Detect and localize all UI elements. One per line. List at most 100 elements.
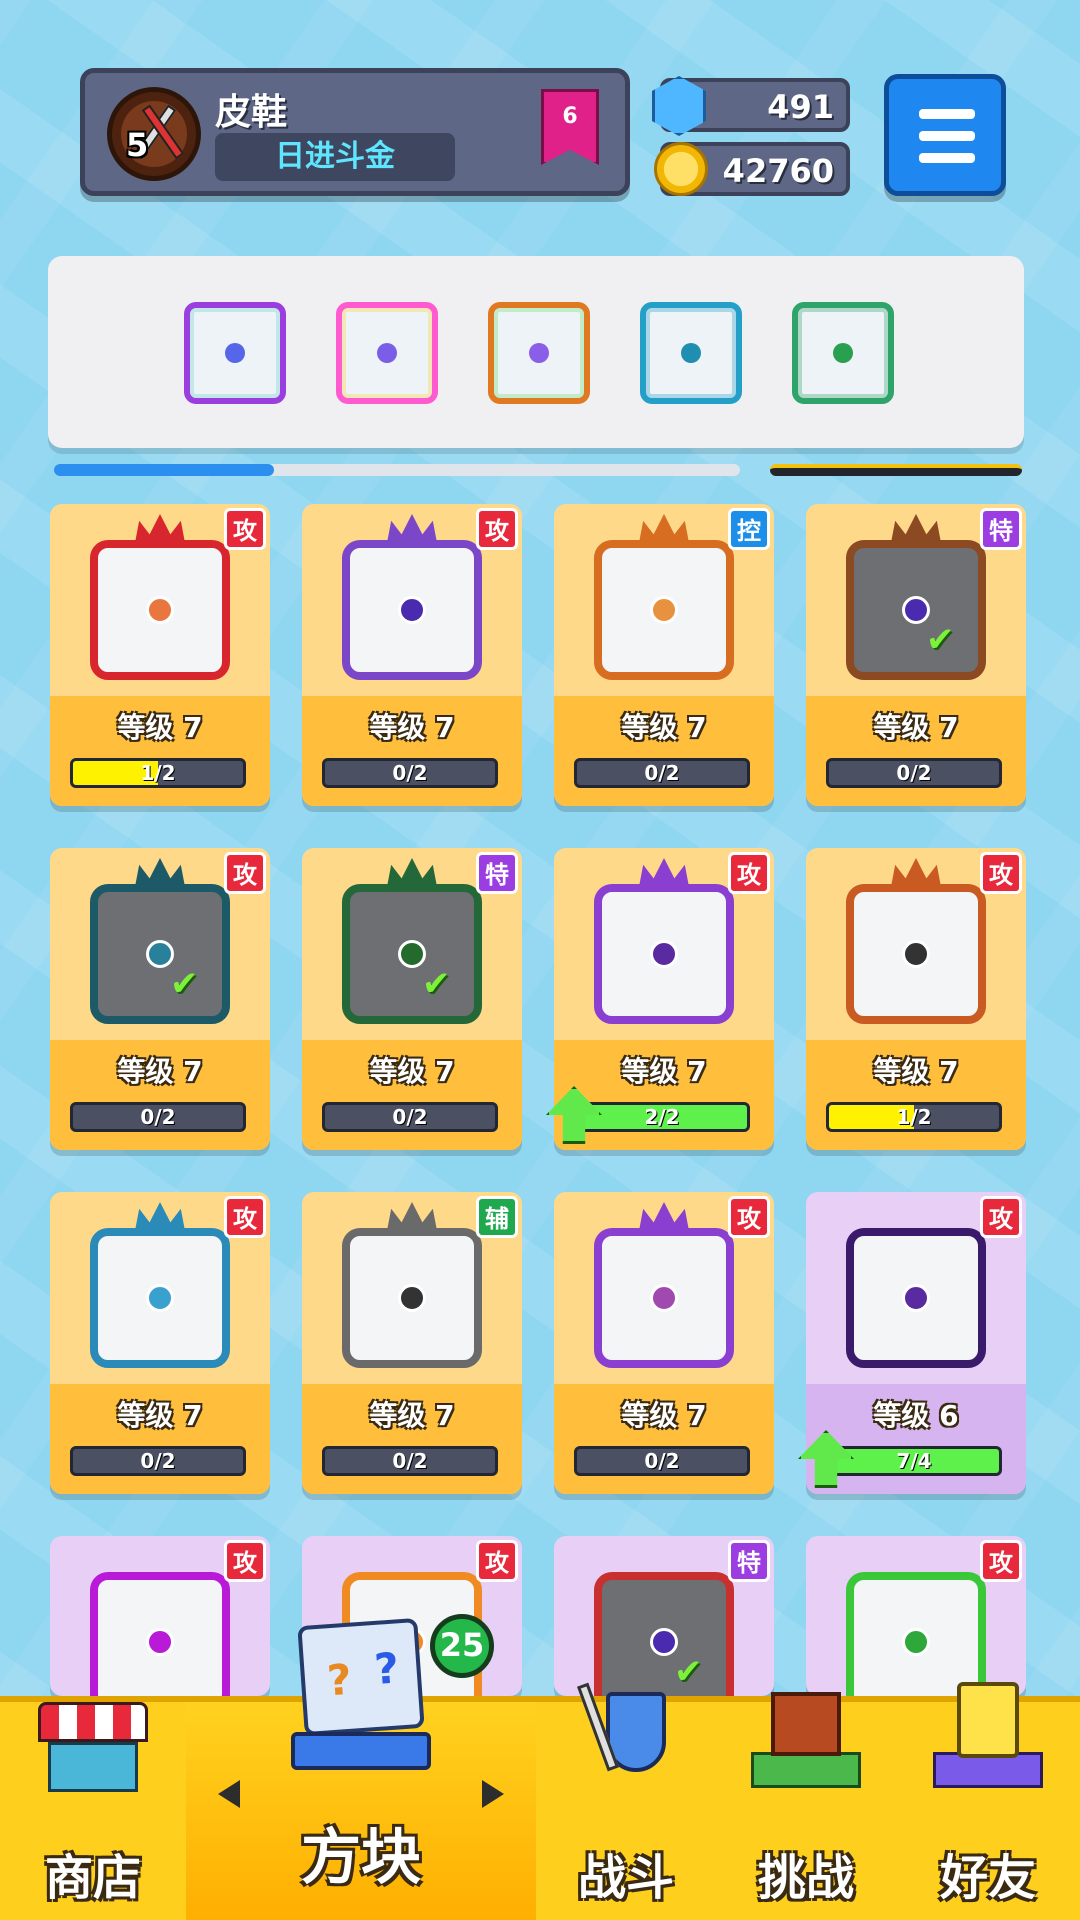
block-core-icon (398, 596, 426, 624)
block-art (342, 884, 482, 1024)
nav-battle-label: 战斗 (577, 1850, 674, 1906)
block-art (594, 540, 734, 680)
block-art (342, 1228, 482, 1368)
block-type-tag: 特 (476, 852, 518, 894)
upgrade-progress-bar: 0/2 (322, 1102, 498, 1132)
gem-counter[interactable]: 491 (652, 76, 850, 136)
block-type-tag: 攻 (728, 1196, 770, 1238)
block-card[interactable]: 攻等级 7 1/2 (806, 848, 1026, 1150)
block-art (594, 1228, 734, 1368)
equipped-check-icon: ✔ (926, 620, 955, 660)
block-type-tag: 攻 (728, 852, 770, 894)
equipped-check-icon: ✔ (170, 964, 199, 1004)
upgrade-progress-bar: 0/2 (70, 1102, 246, 1132)
block-level: 等级 7 (369, 1055, 455, 1088)
block-level: 等级 7 (873, 1055, 959, 1088)
upgrade-progress-bar: 1/2 (70, 758, 246, 788)
block-card[interactable]: 辅等级 7 0/2 (302, 1192, 522, 1494)
equipped-slot[interactable] (184, 302, 286, 404)
block-art (594, 1572, 734, 1696)
block-type-tag: 攻 (224, 852, 266, 894)
equipped-slot[interactable] (640, 302, 742, 404)
block-level: 等级 7 (369, 711, 455, 744)
gem-icon (652, 76, 706, 136)
block-type-tag: 攻 (224, 1540, 266, 1582)
chevron-left-icon[interactable] (218, 1780, 240, 1808)
deck-scroll-track (770, 464, 1022, 476)
block-art (90, 540, 230, 680)
gem-amount: 491 (767, 88, 834, 126)
nav-friends-label: 好友 (939, 1850, 1036, 1906)
upgrade-progress-text: 0/2 (644, 761, 680, 785)
upgrade-progress-bar: 0/2 (70, 1446, 246, 1476)
block-type-tag: 特 (728, 1540, 770, 1582)
block-art (846, 540, 986, 680)
block-card[interactable]: 攻等级 7 1/2 (50, 504, 270, 806)
block-type-tag: 攻 (224, 508, 266, 550)
block-card[interactable]: ✔ 特等级 7 0/2 (302, 848, 522, 1150)
chevron-right-icon[interactable] (482, 1780, 504, 1808)
profile-panel[interactable]: 5 皮鞋 日进斗金 6 (80, 68, 630, 196)
block-card[interactable]: ✔ 特 (554, 1536, 774, 1696)
block-card[interactable]: 攻等级 7 0/2 (50, 1192, 270, 1494)
nav-shop[interactable]: 商店 (0, 1702, 186, 1920)
block-core-icon (902, 940, 930, 968)
nav-shop-label: 商店 (44, 1850, 141, 1906)
nav-challenge[interactable]: 挑战 (716, 1692, 896, 1920)
block-card[interactable]: ✔ 攻等级 7 0/2 (50, 848, 270, 1150)
block-card[interactable]: 攻 (806, 1536, 1026, 1696)
player-avatar[interactable]: 5 (107, 87, 201, 181)
block-core-icon (650, 940, 678, 968)
nav-friends[interactable]: 好友 (896, 1682, 1080, 1920)
block-level: 等级 7 (117, 1399, 203, 1432)
block-core-icon (902, 1628, 930, 1656)
equipped-slot[interactable] (792, 302, 894, 404)
upgrade-progress-bar: 2/2 (574, 1102, 750, 1132)
nav-blocks[interactable]: ? ? 方块 (186, 1617, 536, 1920)
upgrade-progress-bar: 0/2 (322, 1446, 498, 1476)
menu-icon (919, 109, 975, 119)
block-card[interactable]: 攻等级 6 7/4 (798, 1192, 1026, 1494)
block-level: 等级 7 (117, 711, 203, 744)
block-card[interactable]: 攻等级 7 0/2 (302, 504, 522, 806)
coin-counter[interactable]: 42760 (654, 142, 850, 196)
upgrade-progress-text: 0/2 (140, 1105, 176, 1129)
block-type-tag: 攻 (476, 508, 518, 550)
upgrade-progress-text: 0/2 (392, 1105, 428, 1129)
block-level: 等级 7 (621, 1055, 707, 1088)
block-card[interactable]: 攻等级 7 2/2 (546, 848, 774, 1150)
block-art (846, 884, 986, 1024)
upgrade-progress-text: 0/2 (644, 1449, 680, 1473)
block-card[interactable]: 攻 (50, 1536, 270, 1696)
block-art (342, 540, 482, 680)
equipped-slot[interactable] (336, 302, 438, 404)
block-art (594, 884, 734, 1024)
block-type-tag: 攻 (980, 1540, 1022, 1582)
friends-icon (933, 1682, 1043, 1792)
upgrade-progress-text: 1/2 (140, 761, 176, 785)
upgrade-progress-text: 0/2 (392, 1449, 428, 1473)
nav-blocks-label: 方块 (301, 1823, 421, 1893)
block-card[interactable]: ✔ 特等级 7 0/2 (806, 504, 1026, 806)
upgrade-progress-text: 0/2 (392, 761, 428, 785)
rank-number: 6 (562, 104, 578, 129)
upgrade-progress-text: 1/2 (896, 1105, 932, 1129)
block-level: 等级 7 (369, 1399, 455, 1432)
nav-battle[interactable]: 战斗 (536, 1682, 716, 1920)
block-card[interactable]: 控等级 7 0/2 (554, 504, 774, 806)
menu-button[interactable] (884, 74, 1006, 196)
block-art (90, 1572, 230, 1696)
shop-icon (38, 1682, 148, 1792)
fortress-icon (751, 1682, 861, 1792)
block-core-icon (225, 343, 245, 363)
block-core-icon (650, 596, 678, 624)
block-art (90, 884, 230, 1024)
block-card[interactable]: 攻等级 7 0/2 (554, 1192, 774, 1494)
equipped-slot[interactable] (488, 302, 590, 404)
block-type-tag: 攻 (980, 1196, 1022, 1238)
mystery-block-icon: ? ? (291, 1617, 431, 1782)
block-core-icon (681, 343, 701, 363)
player-name: 皮鞋 (215, 92, 288, 133)
block-core-icon (146, 1628, 174, 1656)
block-type-tag: 控 (728, 508, 770, 550)
